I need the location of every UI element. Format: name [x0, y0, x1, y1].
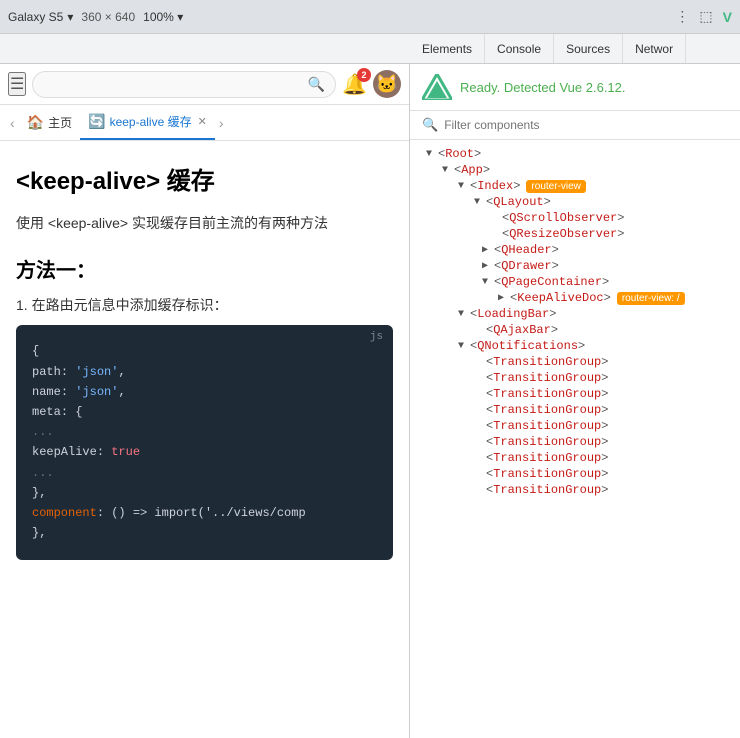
code-line: keepAlive: true [32, 443, 377, 462]
tree-node-tg4[interactable]: <TransitionGroup> [410, 402, 740, 418]
devtools-tab-bar: Elements Console Sources Networ [0, 34, 740, 64]
more-icon[interactable]: ⋮ [675, 8, 689, 25]
tree-node-tg7[interactable]: <TransitionGroup> [410, 450, 740, 466]
tree-node-app[interactable]: <App> [410, 162, 740, 178]
code-line: component: () => import('../views/comp [32, 504, 377, 523]
filter-input[interactable] [444, 118, 728, 132]
tree-node-qscrollobserver[interactable]: <QScrollObserver> [410, 210, 740, 226]
search-icon: 🔍 [308, 76, 325, 93]
tree-node-tg5[interactable]: <TransitionGroup> [410, 418, 740, 434]
tree-node-qpagecontainer[interactable]: <QPageContainer> [410, 274, 740, 290]
zoom-info: 100% ▾ [143, 10, 183, 24]
tab-network[interactable]: Networ [623, 34, 686, 63]
tab-keepalive-label: keep-alive 缓存 [110, 113, 192, 130]
tree-node-tg2[interactable]: <TransitionGroup> [410, 370, 740, 386]
mobile-content: <keep-alive> 缓存 使用 <keep-alive> 实现缓存目前主流… [0, 141, 409, 738]
tree-node-loadingbar[interactable]: <LoadingBar> [410, 306, 740, 322]
tab-elements[interactable]: Elements [410, 34, 485, 63]
tree-node-qnotifications[interactable]: <QNotifications> [410, 338, 740, 354]
notification-badge: 2 [357, 68, 371, 82]
vue-devtools-icon[interactable]: V [723, 9, 732, 25]
tree-node-qheader[interactable]: <QHeader> [410, 242, 740, 258]
tree-node-qajaxbar[interactable]: <QAjaxBar> [410, 322, 740, 338]
avatar-image: 🐱 [376, 74, 398, 95]
tree-node-index[interactable]: <Index> router-view [410, 178, 740, 194]
arrow-qlayout[interactable] [474, 197, 486, 208]
tab-home-label: 主页 [48, 114, 72, 131]
tree-node-keepalivedoc[interactable]: <KeepAliveDoc> router-view: / [410, 290, 740, 306]
arrow-qdrawer[interactable] [482, 260, 494, 272]
code-line: }, [32, 484, 377, 503]
code-block: js { path: 'json', name: 'json', meta: {… [16, 325, 393, 560]
filter-bar: 🔍 [410, 111, 740, 140]
router-view-path-badge: router-view: / [617, 292, 685, 305]
dimension-info: 360 × 640 [81, 10, 135, 24]
arrow-keepalivedoc[interactable] [498, 292, 510, 304]
arrow-loadingbar[interactable] [458, 309, 470, 320]
nav-back-arrow[interactable]: ‹ [6, 115, 19, 131]
mobile-nav-tabs: ‹ 🏠 主页 🔄 keep-alive 缓存 ✕ › [0, 105, 409, 141]
tree-node-tg9[interactable]: <TransitionGroup> [410, 482, 740, 498]
code-line: ... [32, 464, 377, 483]
code-line: path: 'json', [32, 363, 377, 382]
code-lang-label: js [370, 331, 383, 343]
tree-node-qdrawer[interactable]: <QDrawer> [410, 258, 740, 274]
tab-sources[interactable]: Sources [554, 34, 623, 63]
browser-top-bar: Galaxy S5 ▾ 360 × 640 100% ▾ ⋮ ⬚ V [0, 0, 740, 34]
vue-devtools-panel: Ready. Detected Vue 2.6.12. 🔍 <Root> <Ap… [410, 64, 740, 738]
main-area: ☰ 🔍 🔔 2 🐱 ‹ 🏠 主页 🔄 keep-alive 缓存 [0, 64, 740, 738]
tab-close-button[interactable]: ✕ [198, 115, 207, 128]
tree-node-tg3[interactable]: <TransitionGroup> [410, 386, 740, 402]
arrow-qheader[interactable] [482, 244, 494, 256]
notification-button[interactable]: 🔔 2 [342, 72, 367, 97]
code-line: { [32, 342, 377, 361]
section1-title: 方法一： [16, 254, 393, 283]
step1-text: 1. 在路由元信息中添加缓存标识： [16, 295, 393, 315]
device-name: Galaxy S5 [8, 10, 63, 24]
page-title: <keep-alive> 缓存 [16, 161, 393, 196]
tree-node-tg6[interactable]: <TransitionGroup> [410, 434, 740, 450]
chevron-down-icon[interactable]: ▾ [67, 10, 73, 24]
page-description: 使用 <keep-alive> 实现缓存目前主流的有两种方法 [16, 212, 393, 234]
code-line: meta: { [32, 403, 377, 422]
inspect-icon[interactable]: ⬚ [699, 8, 712, 25]
router-view-badge: router-view [526, 180, 585, 193]
device-selector[interactable]: Galaxy S5 ▾ [8, 10, 73, 24]
tree-node-root[interactable]: <Root> [410, 146, 740, 162]
hamburger-button[interactable]: ☰ [8, 72, 26, 96]
refresh-icon: 🔄 [88, 113, 105, 130]
code-line: ... [32, 423, 377, 442]
devtools-header: Ready. Detected Vue 2.6.12. [410, 64, 740, 111]
arrow-app[interactable] [442, 165, 454, 176]
vue-logo [422, 74, 452, 100]
tab-keepalive[interactable]: 🔄 keep-alive 缓存 ✕ [80, 105, 215, 140]
component-tree: <Root> <App> <Index> router-view <QLayou… [410, 140, 740, 738]
code-line: name: 'json', [32, 383, 377, 402]
arrow-root[interactable] [426, 149, 438, 160]
mobile-panel: ☰ 🔍 🔔 2 🐱 ‹ 🏠 主页 🔄 keep-alive 缓存 [0, 64, 410, 738]
tree-node-qresizeobserver[interactable]: <QResizeObserver> [410, 226, 740, 242]
tree-node-qlayout[interactable]: <QLayout> [410, 194, 740, 210]
mobile-browser-bar: ☰ 🔍 🔔 2 🐱 [0, 64, 409, 105]
avatar[interactable]: 🐱 [373, 70, 401, 98]
tab-console[interactable]: Console [485, 34, 554, 63]
tree-node-tg1[interactable]: <TransitionGroup> [410, 354, 740, 370]
arrow-index[interactable] [458, 181, 470, 192]
tab-home[interactable]: 🏠 主页 [19, 105, 80, 140]
devtools-icons: ⋮ ⬚ V [675, 8, 732, 25]
filter-search-icon: 🔍 [422, 117, 438, 133]
code-line: }, [32, 524, 377, 543]
arrow-qpagecontainer[interactable] [482, 277, 494, 288]
search-bar[interactable]: 🔍 [32, 71, 336, 98]
tree-node-tg8[interactable]: <TransitionGroup> [410, 466, 740, 482]
arrow-qnotifications[interactable] [458, 341, 470, 352]
search-input[interactable] [43, 77, 307, 92]
home-icon: 🏠 [27, 114, 44, 131]
nav-forward-arrow[interactable]: › [215, 115, 228, 131]
devtools-status: Ready. Detected Vue 2.6.12. [460, 80, 626, 95]
